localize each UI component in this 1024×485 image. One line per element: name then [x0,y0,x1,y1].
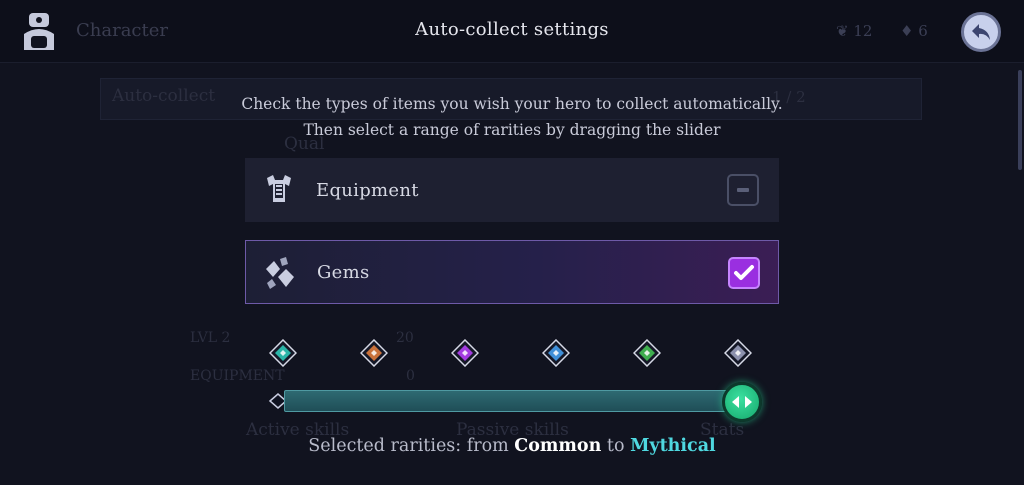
background-equipment-count: 0 [406,368,415,384]
category-label-equipment: Equipment [316,179,419,201]
rarity-marker-1[interactable] [360,339,388,367]
rarity-marker-5[interactable] [724,339,752,367]
category-row-equipment[interactable]: Equipment [245,158,779,222]
equipment-checkbox[interactable] [727,174,759,206]
rarity-marker-3[interactable] [542,339,570,367]
gems-checkbox[interactable] [728,257,760,289]
diamond-icon: ♦ [900,22,914,40]
scrollbar[interactable] [1018,70,1022,170]
armor-icon [267,175,291,202]
rarity-marker-2[interactable] [451,339,479,367]
selected-prefix: Selected rarities: from [308,436,509,456]
drag-arrows-icon [732,396,752,408]
instructions-line-1: Check the types of items you wish your h… [241,95,783,113]
selected-mid: to [606,436,625,456]
back-arrow-icon [972,24,990,40]
checkmark-icon [734,265,754,280]
back-button[interactable] [961,12,1001,52]
background-level-max: 20 [396,330,414,346]
selected-rarities-text: Selected rarities: from Common to Mythic… [0,436,1024,456]
slider-max-handle[interactable] [722,382,762,422]
rarity-marker-0[interactable] [269,339,297,367]
background-level-label: LVL 2 [190,330,231,346]
selected-to: Mythical [630,436,716,456]
currency-b: ♦ 6 [900,22,928,40]
instructions-line-2: Then select a range of rarities by dragg… [303,121,721,139]
rarity-slider-track[interactable] [284,390,746,412]
rarity-marker-4[interactable] [633,339,661,367]
gems-icon [266,257,294,289]
instructions: Check the types of items you wish your h… [200,91,824,143]
top-bar: Character Auto-collect settings ❦ 12 ♦ 6 [0,0,1024,63]
currency-a: ❦ 12 [836,22,873,40]
category-row-gems[interactable]: Gems [245,240,779,304]
selected-from: Common [514,436,602,456]
resource-icon: ❦ [836,22,849,40]
category-label-gems: Gems [317,261,370,283]
background-equipment-label: EQUIPMENT [190,368,285,384]
